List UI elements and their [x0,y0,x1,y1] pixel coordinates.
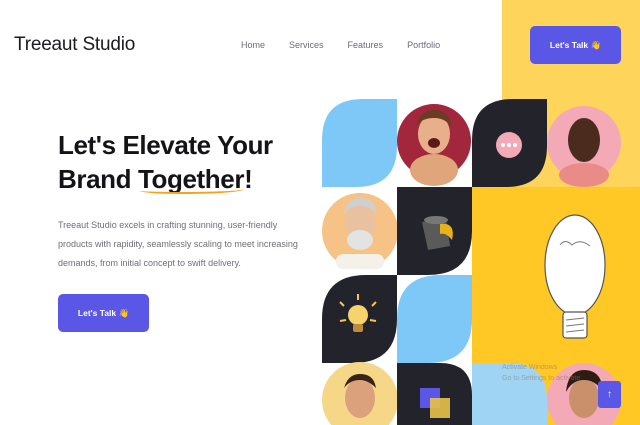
blue-leaf-shape [397,275,472,363]
arrow-up-icon: ↑ [607,389,612,400]
face-older-man-icon [322,193,398,269]
face-smiling-man-icon [322,362,398,425]
watermark-line-1: Activate Windows [502,364,558,371]
windows-activation-watermark: Activate Windows Go to Settings to activ… [502,362,580,384]
face-man-pink-icon [547,106,621,187]
face-woman-red-icon [397,104,471,186]
speech-bubble-icon [496,132,522,158]
watermark-line-2: Go to Settings to activate [502,375,581,382]
lightbulb-sketch-icon [544,214,606,339]
blue-petal-shape [322,99,397,187]
scroll-to-top-button[interactable]: ↑ [598,381,621,408]
